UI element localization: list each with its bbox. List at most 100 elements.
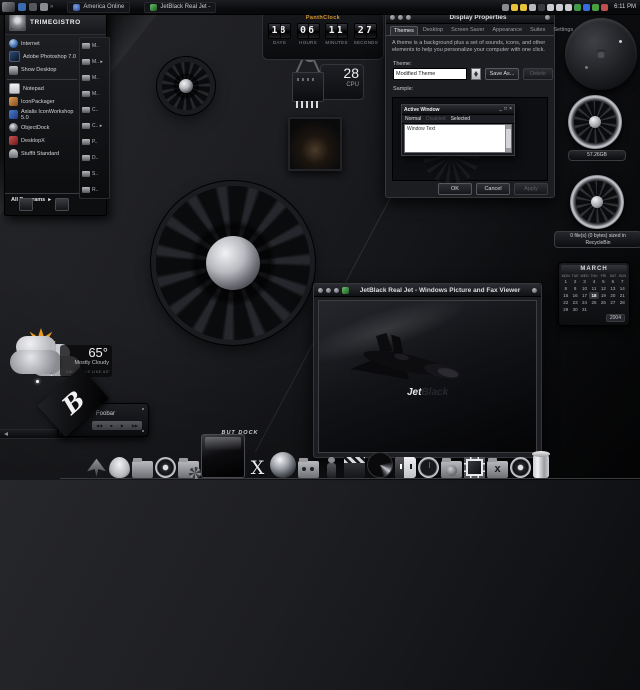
- player-button[interactable]: ◀◀: [96, 424, 102, 428]
- start-right-item-10[interactable]: R..: [82, 185, 107, 195]
- weather-widget[interactable]: 65° Mostly Cloudy CA | FEELS LIKE 65°: [8, 328, 120, 380]
- viewer-titlebar[interactable]: JetBlack Real Jet - Windows Picture and …: [314, 284, 541, 297]
- dock-face-folder-icon[interactable]: [441, 461, 462, 478]
- window-close-icon[interactable]: [532, 288, 537, 293]
- quicklaunch-media-icon[interactable]: [40, 3, 48, 11]
- taskbar-item-america-online[interactable]: America Online: [67, 2, 130, 13]
- calendar-date: 8: [561, 285, 570, 292]
- dock-eyes-folder-icon[interactable]: [298, 461, 319, 478]
- window-button-icon[interactable]: [318, 288, 323, 293]
- recycle-bin-label: 0 file(s) (0 bytes) sized in RecycleBin: [554, 231, 640, 248]
- start-item-objectdock[interactable]: ObjectDock: [7, 121, 77, 134]
- tray-network-icon[interactable]: [574, 4, 581, 11]
- start-right-item-5[interactable]: C..: [82, 105, 107, 115]
- start-item-show-desktop[interactable]: Show Desktop: [7, 63, 77, 80]
- tray-messenger-icon[interactable]: [511, 4, 518, 11]
- speaker-icon: [4, 432, 8, 436]
- start-menu-right-icon: [82, 75, 90, 81]
- tray-zoom2-icon[interactable]: [556, 4, 563, 11]
- dock-trash-icon[interactable]: [533, 454, 549, 478]
- quicklaunch-browser-icon[interactable]: [18, 3, 26, 11]
- window-button-icon[interactable]: [326, 288, 331, 293]
- tray-zoom1-icon[interactable]: [547, 4, 554, 11]
- tray-message-icon[interactable]: [601, 4, 608, 11]
- apply-button[interactable]: Apply: [514, 183, 548, 195]
- dock-figure-icon[interactable]: [321, 457, 342, 478]
- start-item-photoshop[interactable]: Adobe Photoshop 7.0: [7, 50, 77, 63]
- calendar-widget[interactable]: MARCH MONTUEWEDTHUFRISATSUN 123456789101…: [558, 262, 630, 326]
- tray-search-icon[interactable]: [529, 4, 536, 11]
- hard-drive-icon[interactable]: [568, 95, 622, 149]
- start-right-item-7[interactable]: P..: [82, 137, 107, 147]
- tray-zoom3-icon[interactable]: [565, 4, 572, 11]
- cancel-button[interactable]: Cancel: [476, 183, 510, 195]
- window-button-icon[interactable]: [398, 15, 403, 20]
- window-button-icon[interactable]: [334, 288, 339, 293]
- dock-cone-speaker-icon[interactable]: [367, 452, 393, 478]
- dock-turbine-dial-icon[interactable]: [155, 457, 176, 478]
- player-button[interactable]: ▶: [121, 424, 124, 428]
- start-menu-right-icon: [82, 91, 90, 97]
- theme-dropdown[interactable]: Modified Theme: [393, 68, 467, 80]
- tray-plus-icon[interactable]: [502, 4, 509, 11]
- start-right-item-8[interactable]: D..: [82, 153, 107, 163]
- dock-letter-x-app-icon[interactable]: X: [247, 457, 268, 478]
- start-menu-right-icon: [82, 171, 90, 177]
- display-properties-tab[interactable]: Appearance: [489, 26, 525, 35]
- start-item-desktopx[interactable]: DesktopX: [7, 134, 77, 147]
- taskbar-clock[interactable]: 6:11 PM: [614, 4, 636, 10]
- quicklaunch-chevron-icon[interactable]: »: [50, 4, 53, 10]
- sample-text-area: Window Text: [404, 124, 512, 153]
- start-button[interactable]: [2, 2, 15, 12]
- tray-volume-icon[interactable]: [583, 4, 590, 11]
- dock-glass-sphere-icon[interactable]: [270, 452, 296, 478]
- window-close-icon[interactable]: [545, 15, 550, 20]
- dock-icon-glyph: [178, 461, 199, 478]
- dock-bowl-icon[interactable]: [109, 457, 130, 478]
- window-button-icon[interactable]: [406, 15, 411, 20]
- shut-down-icon[interactable]: [55, 198, 69, 211]
- dock-gauge-icon[interactable]: [418, 457, 439, 478]
- start-item-iconpackager[interactable]: IconPackager: [7, 95, 77, 108]
- window-button-icon[interactable]: [390, 15, 395, 20]
- player-button[interactable]: ■: [110, 424, 112, 428]
- start-right-item-3[interactable]: M..: [82, 73, 107, 83]
- display-properties-tab[interactable]: Desktop: [420, 26, 446, 35]
- start-menu-item-label: DesktopX: [21, 138, 45, 144]
- save-as-button[interactable]: Save As...: [485, 68, 519, 80]
- dock-jet-model-icon[interactable]: [86, 457, 107, 478]
- tray-app-icon[interactable]: [538, 4, 545, 11]
- dock-documents-folder-icon[interactable]: [132, 461, 153, 478]
- dock-finder-face-icon[interactable]: [395, 457, 416, 478]
- dock-silver-dial-icon[interactable]: [510, 457, 531, 478]
- start-item-stuffit[interactable]: StuffIt Standard: [7, 147, 77, 160]
- delete-button[interactable]: Delete: [523, 68, 553, 80]
- start-right-item-6[interactable]: C.. ▸: [82, 121, 107, 131]
- panthclock-widget[interactable]: PanthClock 18 DAYS 06 HOURS 11 MINUTES 2…: [262, 12, 384, 60]
- player-button[interactable]: ▶▶: [132, 424, 138, 428]
- start-item-notepad[interactable]: Notepad: [7, 82, 77, 95]
- dock-clapperboard-icon[interactable]: [344, 457, 365, 478]
- ok-button[interactable]: OK: [438, 183, 472, 195]
- start-right-item-9[interactable]: S..: [82, 169, 107, 179]
- display-properties-tab[interactable]: Settings: [550, 26, 576, 35]
- theme-dropdown-spinner[interactable]: [471, 68, 481, 80]
- taskbar-item-jetblack[interactable]: JetBlack Real Jet -: [144, 2, 216, 13]
- dock-gear-folder-icon[interactable]: [178, 461, 199, 478]
- dock-black-glass-panel-icon[interactable]: [201, 434, 245, 478]
- display-properties-tab[interactable]: Screen Saver: [448, 26, 487, 35]
- quicklaunch-mail-icon[interactable]: [29, 3, 37, 11]
- log-off-icon[interactable]: [19, 198, 33, 211]
- dock-stamp-frame-icon[interactable]: [464, 457, 485, 478]
- dock-x-folder-icon[interactable]: x: [487, 461, 508, 478]
- tray-messenger2-icon[interactable]: [520, 4, 527, 11]
- display-properties-tab[interactable]: Suites: [527, 26, 548, 35]
- tray-update-icon[interactable]: [592, 4, 599, 11]
- start-right-item-2[interactable]: M.. ▸: [82, 57, 107, 67]
- recycle-bin-icon[interactable]: [570, 175, 624, 229]
- start-right-item-4[interactable]: M..: [82, 89, 107, 99]
- display-properties-tab[interactable]: Themes: [390, 26, 418, 35]
- start-item-internet[interactable]: Internet: [7, 37, 77, 50]
- start-item-axialis[interactable]: Axialis IconWorkshop 5.0: [7, 108, 77, 121]
- start-right-item-1[interactable]: M..: [82, 41, 107, 51]
